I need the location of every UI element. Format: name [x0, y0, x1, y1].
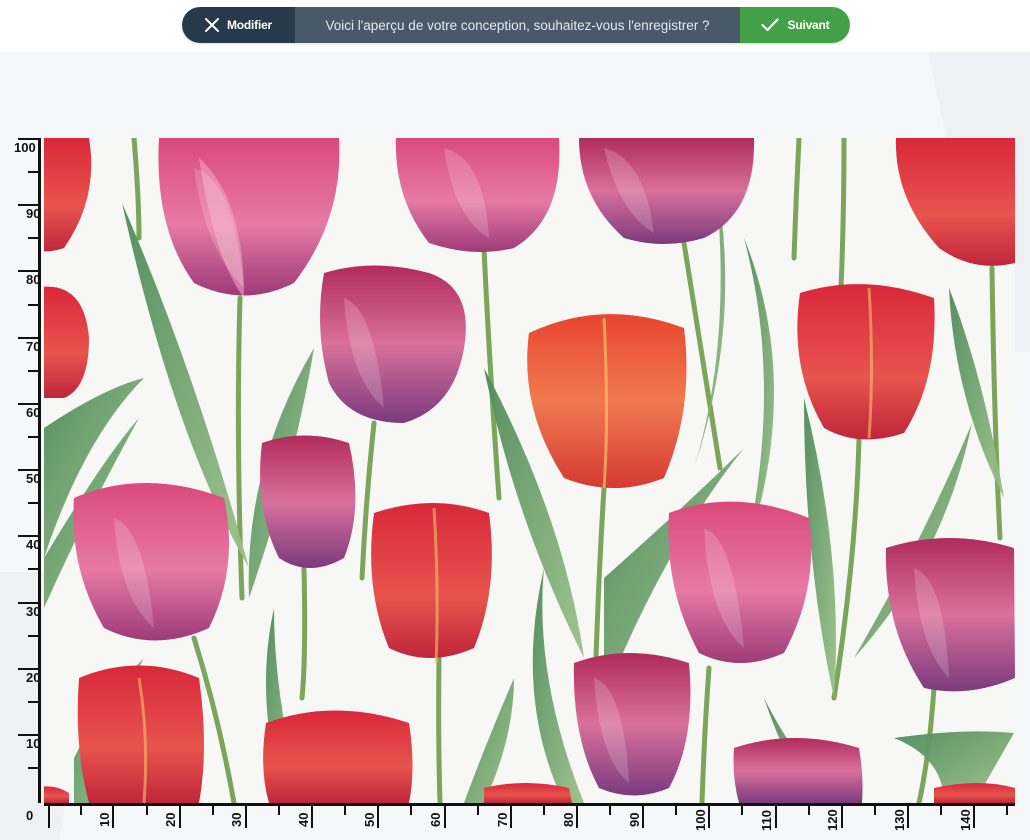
- ruler-tick: [576, 803, 578, 828]
- confirmation-toolbar: Modifier Voici l'aperçu de votre concept…: [182, 7, 850, 43]
- ruler-tick: [28, 701, 40, 703]
- ruler-tick: [708, 803, 710, 828]
- ruler-tick: [28, 502, 40, 504]
- ruler-tick: [675, 803, 677, 815]
- ruler-tick: [543, 803, 545, 815]
- ruler-tick: [28, 767, 40, 769]
- ruler-label: 60: [428, 812, 443, 827]
- ruler-tick: [741, 803, 743, 815]
- preview-message: Voici l'aperçu de votre conception, souh…: [295, 7, 740, 43]
- ruler-tick: [775, 803, 777, 828]
- ruler-label: 80: [26, 272, 41, 287]
- ruler-label: 90: [627, 812, 642, 827]
- ruler-tick: [377, 803, 379, 828]
- ruler-tick: [841, 803, 843, 828]
- ruler-label: 140: [958, 809, 973, 831]
- ruler-label: 70: [495, 812, 510, 827]
- suivant-label: Suivant: [787, 18, 830, 32]
- ruler-tick: [28, 568, 40, 570]
- ruler-tick: [808, 803, 810, 815]
- ruler-label: 50: [26, 471, 41, 486]
- modifier-button[interactable]: Modifier: [182, 7, 295, 43]
- ruler-tick: [510, 803, 512, 828]
- ruler-label: 130: [892, 809, 907, 831]
- horizontal-ruler: 10 20 30 40 50 60 70 80 90 100 110 120 1…: [0, 803, 1030, 840]
- ruler-tick: [444, 803, 446, 828]
- ruler-label: 10: [97, 812, 112, 827]
- ruler-tick: [1006, 803, 1008, 815]
- ruler-tick: [410, 803, 412, 815]
- ruler-tick: [80, 803, 82, 815]
- ruler-tick: [477, 803, 479, 815]
- design-preview-image: [44, 138, 1015, 803]
- ruler-label: 30: [229, 812, 244, 827]
- ruler-tick: [609, 803, 611, 815]
- ruler-label: 90: [26, 206, 41, 221]
- ruler-label: 100: [693, 809, 708, 831]
- ruler-label: 10: [26, 736, 41, 751]
- ruler-tick: [642, 803, 644, 828]
- ruler-tick: [179, 803, 181, 828]
- ruler-label: 20: [26, 670, 41, 685]
- ruler-label: 60: [26, 405, 41, 420]
- ruler-label: 120: [825, 809, 840, 831]
- ruler-label: 110: [759, 810, 774, 831]
- suivant-button[interactable]: Suivant: [740, 7, 850, 43]
- ruler-tick: [28, 370, 40, 372]
- ruler-tick: [28, 171, 40, 173]
- ruler-tick: [907, 803, 909, 828]
- ruler-tick: [112, 803, 114, 828]
- ruler-tick: [212, 803, 214, 815]
- ruler-label: 100: [14, 140, 36, 155]
- ruler-tick: [245, 803, 247, 828]
- close-icon: [204, 18, 219, 32]
- ruler-label: 80: [561, 812, 576, 827]
- ruler-label: 40: [296, 812, 311, 827]
- ruler-tick: [28, 635, 40, 637]
- ruler-label: 70: [26, 339, 41, 354]
- ruler-tick: [278, 803, 280, 815]
- ruler-label: 50: [362, 812, 377, 827]
- ruler-tick: [146, 803, 148, 815]
- modifier-label: Modifier: [226, 18, 273, 32]
- ruler-tick: [48, 803, 50, 828]
- ruler-tick: [874, 803, 876, 815]
- ruler-tick: [28, 237, 40, 239]
- ruler-tick: [940, 803, 942, 815]
- vertical-ruler: 100 90 80 70 60 50 40 30 20 10 0: [0, 130, 44, 822]
- ruler-tick: [973, 803, 975, 828]
- ruler-label: 20: [163, 812, 178, 827]
- ruler-label: 30: [26, 604, 41, 619]
- ruler-tick: [311, 803, 313, 828]
- check-icon: [760, 18, 779, 32]
- ruler-line: [44, 803, 1015, 806]
- tulip-pattern-illustration: [44, 138, 1015, 803]
- ruler-tick: [28, 304, 40, 306]
- ruler-tick: [344, 803, 346, 815]
- ruler-tick: [28, 436, 40, 438]
- ruler-label: 40: [26, 537, 41, 552]
